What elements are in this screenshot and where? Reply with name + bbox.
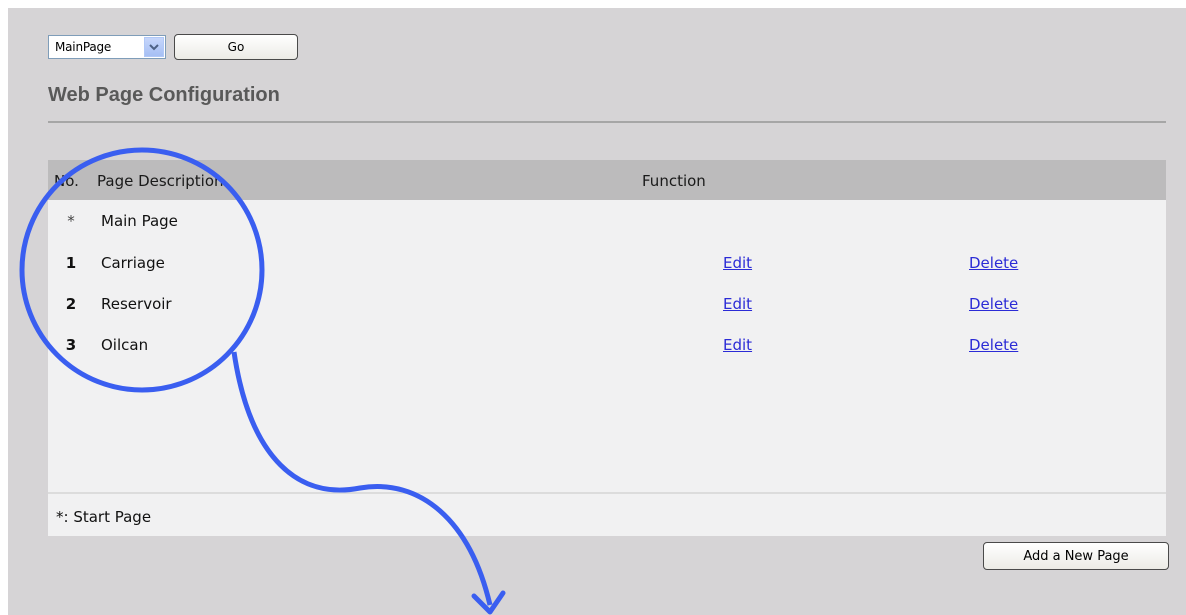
delete-link[interactable]: Delete: [969, 254, 1018, 272]
table-row: 1 Carriage Edit Delete: [48, 254, 1166, 294]
start-page-legend: *: Start Page: [56, 508, 152, 526]
row-number: 1: [65, 254, 77, 272]
chevron-down-icon[interactable]: [144, 37, 164, 57]
table-row: 3 Oilcan Edit Delete: [48, 336, 1166, 376]
column-header-function: Function: [642, 172, 706, 190]
page-description: Reservoir: [101, 295, 172, 313]
start-page-marker: *: [67, 212, 75, 230]
page-title: Web Page Configuration: [48, 84, 280, 106]
edit-link[interactable]: Edit: [723, 295, 752, 313]
page-select[interactable]: MainPage: [48, 35, 166, 59]
table-header: No. Page Description Function: [48, 160, 1166, 200]
page-description: Main Page: [101, 212, 178, 230]
edit-link[interactable]: Edit: [723, 336, 752, 354]
title-divider: [48, 121, 1166, 123]
page-select-value: MainPage: [55, 40, 112, 54]
delete-link[interactable]: Delete: [969, 336, 1018, 354]
add-new-page-button[interactable]: Add a New Page: [983, 542, 1169, 570]
row-number: 3: [65, 336, 77, 354]
row-number: 2: [65, 295, 77, 313]
page-description: Oilcan: [101, 336, 149, 354]
edit-link[interactable]: Edit: [723, 254, 752, 272]
column-header-description: Page Description: [97, 172, 224, 190]
column-header-no: No.: [54, 172, 79, 190]
go-button[interactable]: Go: [174, 34, 298, 60]
pages-table: No. Page Description Function * Main Pag…: [48, 160, 1166, 536]
page-description: Carriage: [101, 254, 165, 272]
table-footer-divider: [48, 492, 1166, 494]
table-row: 2 Reservoir Edit Delete: [48, 295, 1166, 335]
delete-link[interactable]: Delete: [969, 295, 1018, 313]
table-row: * Main Page: [48, 212, 1166, 252]
